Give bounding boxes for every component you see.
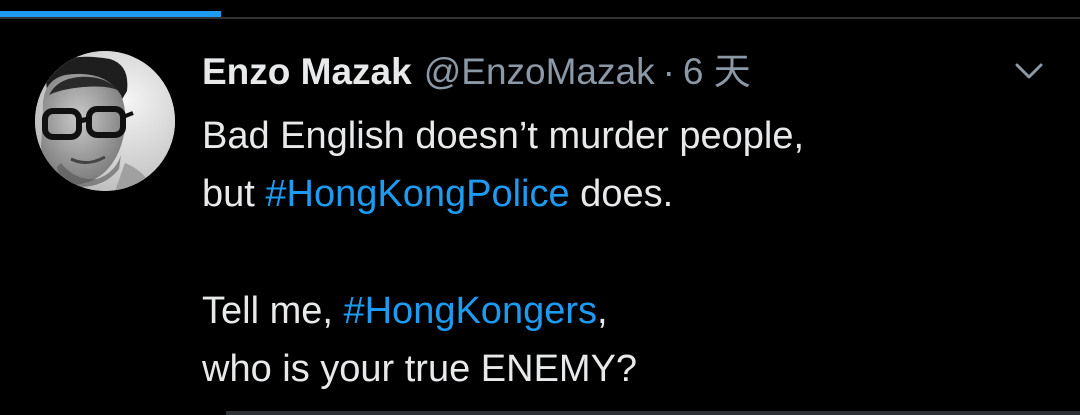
tweet-header: Enzo Mazak @EnzoMazak · 6 天 [202, 50, 751, 94]
avatar-photo [35, 51, 175, 191]
author-avatar[interactable] [35, 51, 175, 191]
tweet-line-2: but #HongKongPolice does. [202, 165, 1042, 223]
tweet-line-1: Bad English doesn’t murder people, [202, 107, 1042, 165]
top-divider [0, 17, 1080, 19]
meta-separator: · [662, 51, 675, 92]
hashtag-link[interactable]: #HongKongPolice [265, 173, 569, 215]
author-name[interactable]: Enzo Mazak [202, 50, 412, 94]
tweet-menu-button[interactable] [1010, 56, 1048, 86]
tweet-text-segment: , [597, 290, 608, 332]
bottom-divider [226, 411, 1080, 415]
tweet-line-4: who is your true ENEMY? [202, 340, 1042, 398]
tweet-text-segment: Tell me, [202, 290, 344, 332]
tweet-text-segment: but [202, 173, 266, 215]
hashtag-link[interactable]: #HongKongers [343, 290, 597, 332]
chevron-down-icon [1015, 63, 1043, 79]
paragraph-break [202, 223, 1042, 282]
tweet-text: Bad English doesn’t murder people, but #… [202, 107, 1042, 398]
tweet-line-3: Tell me, #HongKongers, [202, 282, 1042, 340]
tweet-text-segment: Bad English doesn’t murder people, [202, 115, 805, 157]
post-timestamp[interactable]: 6 天 [683, 50, 751, 94]
tweet-text-segment: who is your true ENEMY? [202, 348, 638, 390]
author-handle[interactable]: @EnzoMazak [424, 50, 655, 94]
tweet-text-segment: does. [569, 173, 674, 215]
tab-indicator-progress [0, 11, 222, 17]
